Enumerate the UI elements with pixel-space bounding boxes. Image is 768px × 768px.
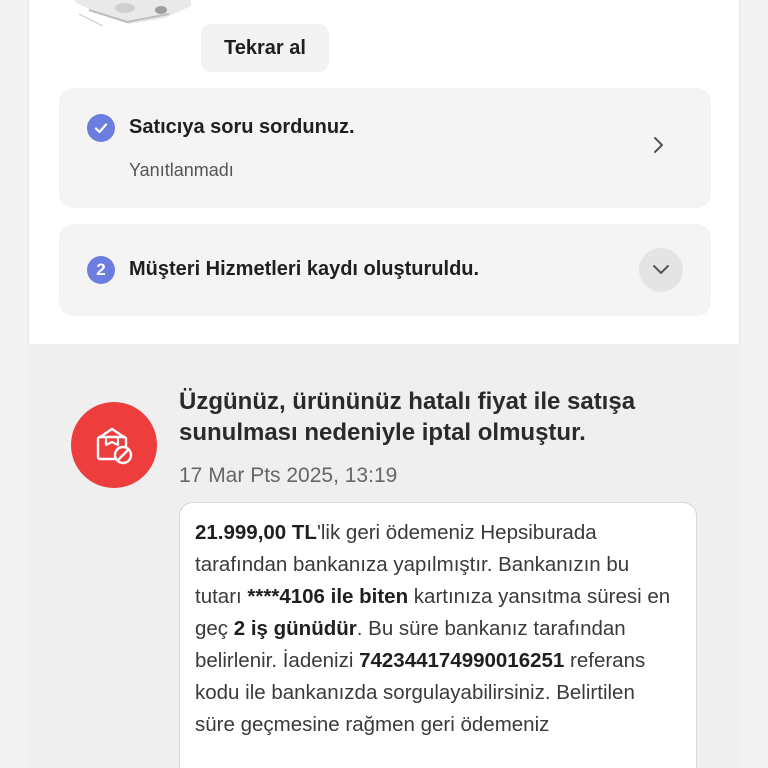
check-icon <box>87 114 115 142</box>
step-number-badge: 2 <box>87 256 115 284</box>
step-title: Satıcıya soru sordunuz. <box>129 116 355 138</box>
cancelled-box-icon <box>71 402 157 488</box>
step-status: Yanıtlanmadı <box>129 160 234 180</box>
refund-duration: 2 iş günüdür <box>233 617 357 640</box>
product-thumbnail <box>69 0 197 34</box>
retake-button[interactable]: Tekrar al <box>201 24 329 72</box>
notice-timestamp: 17 Mar Pts 2025, 13:19 <box>179 464 398 487</box>
card-number: ****4106 ile biten <box>247 585 409 608</box>
step-customer-service[interactable]: 2 Müşteri Hizmetleri kaydı oluşturuldu. <box>59 224 711 316</box>
refund-amount: 21.999,00 TL <box>195 521 317 544</box>
cancellation-notice: Üzgünüz, ürününüz hatalı fiyat ile satış… <box>28 344 740 768</box>
order-status-card: Tekrar al Satıcıya soru sordunuz. Yanıtl… <box>28 0 740 344</box>
notice-title: Üzgünüz, ürününüz hatalı fiyat ile satış… <box>179 388 636 446</box>
chevron-down-icon <box>653 265 669 274</box>
step-seller-question[interactable]: Satıcıya soru sordunuz. Yanıtlanmadı <box>59 88 711 208</box>
chevron-right-icon[interactable] <box>651 134 667 156</box>
step-title: Müşteri Hizmetleri kaydı oluşturuldu. <box>129 258 480 280</box>
expand-toggle-button[interactable] <box>639 248 683 292</box>
order-detail-page: Tekrar al Satıcıya soru sordunuz. Yanıtl… <box>0 0 768 768</box>
refund-message: 21.999,00 TL'lik geri ödemeniz Hepsibura… <box>179 502 697 768</box>
reference-code: 742344174990016251 <box>359 649 565 672</box>
